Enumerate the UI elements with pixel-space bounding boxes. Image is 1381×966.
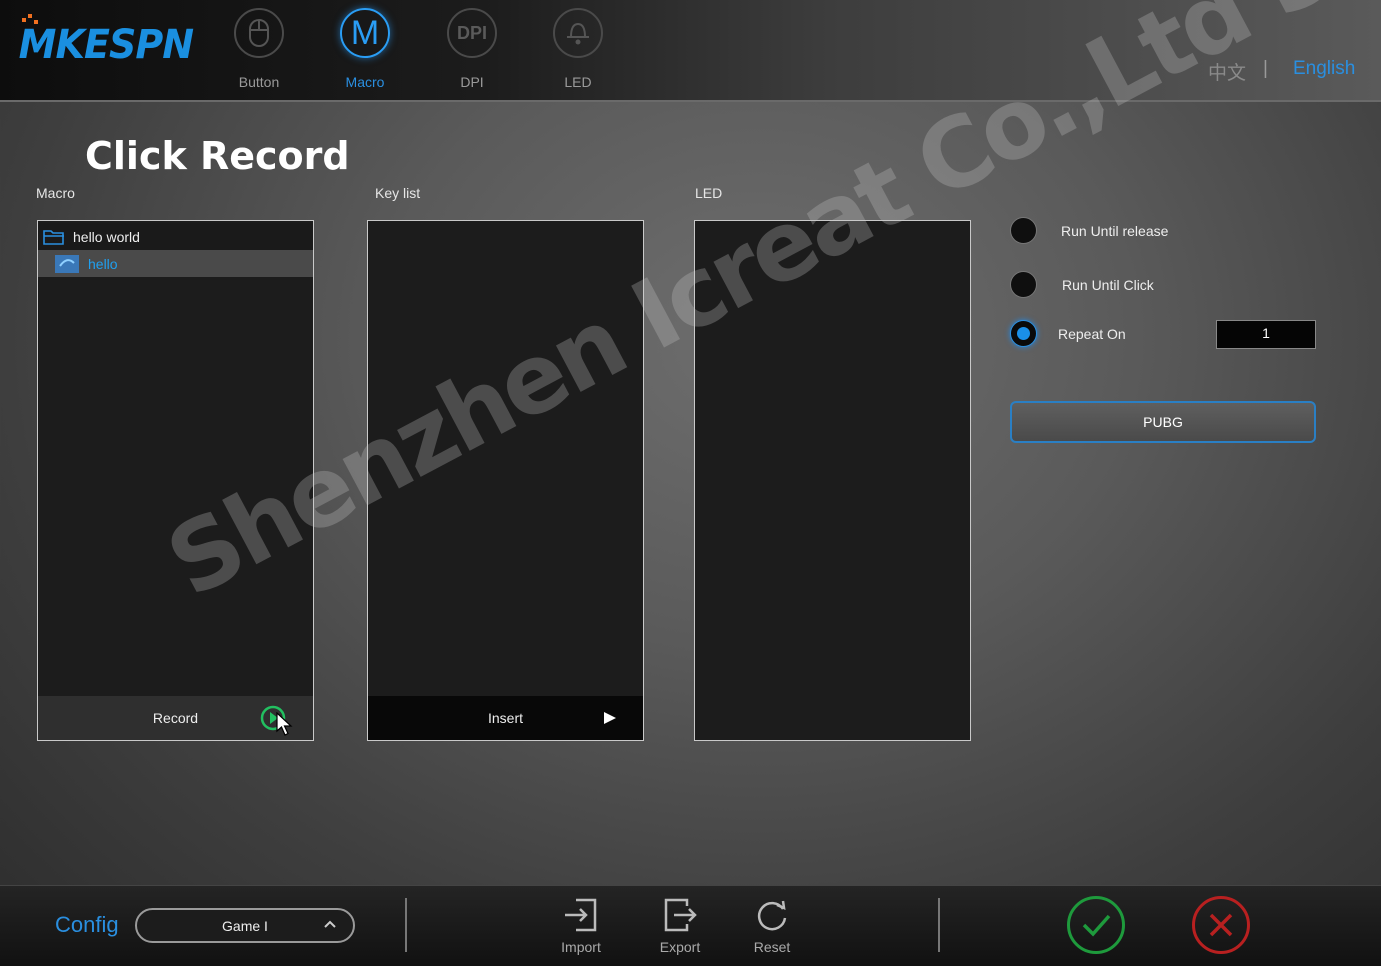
- radio-run-until-release[interactable]: [1010, 217, 1037, 244]
- language-separator: |: [1263, 58, 1268, 79]
- reset-button[interactable]: Reset: [742, 896, 802, 955]
- game-profile-select[interactable]: Game I: [135, 908, 355, 943]
- insert-arrow-icon[interactable]: [603, 711, 617, 728]
- repeat-count-field[interactable]: 1: [1216, 320, 1316, 349]
- config-label: Config: [55, 912, 119, 937]
- export-button[interactable]: Export: [650, 896, 710, 955]
- import-label: Import: [561, 939, 601, 955]
- folder-icon: [43, 229, 64, 245]
- import-icon: [565, 898, 597, 932]
- language-chinese[interactable]: 中文: [1208, 58, 1246, 85]
- keylist-section-label: Key list: [375, 185, 421, 201]
- macro-folder-name: hello world: [73, 228, 140, 245]
- close-icon: [1209, 913, 1233, 937]
- macro-folder-row[interactable]: hello world: [38, 223, 313, 250]
- dpi-icon: DPI: [447, 8, 497, 58]
- language-english[interactable]: English: [1293, 58, 1355, 80]
- option-run-until-click[interactable]: Run Until Click: [1010, 271, 1154, 298]
- led-icon: [553, 8, 603, 58]
- option-repeat-on[interactable]: Repeat On: [1010, 320, 1126, 347]
- repeat-on-label: Repeat On: [1058, 325, 1126, 342]
- record-label: Record: [152, 710, 199, 726]
- reset-label: Reset: [753, 939, 791, 955]
- insert-label: Insert: [487, 710, 523, 726]
- run-until-click-label: Run Until Click: [1062, 276, 1154, 293]
- nav-led-label: LED: [564, 74, 592, 90]
- import-button[interactable]: Import: [551, 896, 611, 955]
- run-until-release-label: Run Until release: [1061, 222, 1169, 239]
- led-section-label: LED: [695, 185, 723, 201]
- footer-divider-right: [938, 898, 940, 952]
- option-run-until-release[interactable]: Run Until release: [1010, 217, 1168, 244]
- macro-item-row[interactable]: hello: [38, 250, 313, 277]
- nav-led-tab[interactable]: LED: [543, 8, 613, 90]
- insert-bar[interactable]: Insert: [368, 696, 643, 740]
- cancel-button[interactable]: [1192, 896, 1250, 954]
- nav-macro-tab[interactable]: M Macro: [330, 8, 400, 90]
- reset-icon: [757, 900, 787, 931]
- nav-dpi-label: DPI: [460, 74, 484, 90]
- macro-m-icon: M: [340, 8, 390, 58]
- radio-repeat-on[interactable]: [1010, 320, 1037, 347]
- nav-dpi-tab[interactable]: DPI DPI: [437, 8, 507, 90]
- instruction-headline: Click Record: [85, 134, 350, 178]
- macro-item-name: hello: [88, 255, 118, 272]
- chevron-up-icon: [323, 917, 337, 934]
- nav-macro-label: Macro: [345, 74, 385, 90]
- pubg-button[interactable]: PUBG: [1010, 401, 1316, 443]
- export-icon: [664, 898, 697, 932]
- confirm-button[interactable]: [1067, 896, 1125, 954]
- top-bar: MKESPN Button M Macro DPI DPI LED 中文 | E…: [0, 0, 1381, 102]
- macro-item-icon: [55, 254, 79, 273]
- mouse-cursor-icon: [276, 711, 294, 741]
- macro-list-panel: hello world hello Record: [37, 220, 314, 741]
- key-list-panel: Insert: [367, 220, 644, 741]
- export-label: Export: [659, 939, 701, 955]
- radio-run-until-click[interactable]: [1010, 271, 1037, 298]
- nav-button-label: Button: [238, 74, 280, 90]
- checkmark-icon: [1082, 914, 1111, 937]
- brand-logo: MKESPN: [18, 22, 194, 68]
- macro-section-label: Macro: [36, 185, 75, 201]
- record-bar[interactable]: Record: [38, 696, 313, 740]
- led-panel: [694, 220, 971, 741]
- footer-divider-left: [405, 898, 407, 952]
- mouse-icon: [234, 8, 284, 58]
- game-profile-value: Game I: [222, 917, 268, 934]
- nav-button-tab[interactable]: Button: [224, 8, 294, 90]
